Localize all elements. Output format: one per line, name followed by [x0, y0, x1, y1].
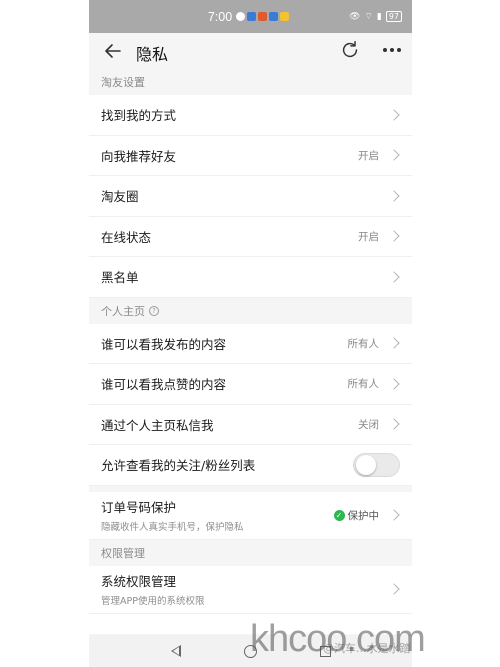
protection-status-text: 保护中: [347, 509, 380, 522]
chat-notification-icon: [236, 12, 246, 21]
wifi-icon: ⌔: [364, 12, 373, 22]
check-circle-icon: ✓: [333, 509, 345, 521]
chevron-right-icon: [388, 418, 400, 430]
app-notification-icon: [269, 12, 279, 21]
signal-icon: ▮: [376, 11, 382, 22]
row-label: 在线状态: [101, 229, 152, 245]
chevron-right-icon: [388, 509, 400, 521]
row-label: 通过个人主页私信我: [101, 417, 214, 433]
toggle-knob: [356, 454, 376, 475]
phone-screen: 7:00 👁 ⌔ ▮ 97 隐私 淘友设置 找到我的方式 向我推荐好友 开启 淘…: [89, 0, 412, 667]
row-who-see-posts[interactable]: 谁可以看我发布的内容 所有人: [89, 323, 412, 364]
row-label: 订单号码保护: [101, 500, 177, 515]
row-taoyou-circle[interactable]: 淘友圈: [89, 176, 412, 217]
section-title: 个人主页: [101, 304, 145, 318]
row-value: 所有人: [347, 337, 380, 350]
chevron-right-icon: [388, 149, 400, 161]
chevron-right-icon: [388, 271, 400, 283]
row-subtitle: 管理APP使用的系统权限: [101, 596, 205, 607]
protection-status: ✓ 保护中: [333, 508, 380, 523]
row-system-permission[interactable]: 系统权限管理 管理APP使用的系统权限: [89, 565, 412, 614]
row-label: 黑名单: [101, 270, 139, 286]
app-bar: 隐私: [89, 33, 412, 69]
status-bar: 7:00 👁 ⌔ ▮ 97: [89, 0, 412, 33]
row-label: 系统权限管理: [101, 574, 177, 589]
row-label: 淘友圈: [101, 189, 139, 205]
chevron-right-icon: [388, 583, 400, 595]
row-recommend-friends[interactable]: 向我推荐好友 开启: [89, 135, 412, 176]
status-right: 👁 ⌔ ▮ 97: [349, 11, 402, 22]
section-header-homepage: 个人主页 ?: [89, 297, 412, 324]
row-blacklist[interactable]: 黑名单: [89, 257, 412, 298]
row-label: 允许查看我的关注/粉丝列表: [101, 458, 256, 474]
chevron-right-icon: [388, 230, 400, 242]
back-arrow-icon[interactable]: [101, 39, 125, 63]
page-title: 隐私: [136, 45, 169, 64]
follow-list-toggle[interactable]: [353, 452, 400, 477]
row-label: 找到我的方式: [101, 108, 177, 124]
status-time: 7:00: [207, 9, 233, 24]
row-value: 开启: [358, 230, 379, 243]
row-label: 谁可以看我点赞的内容: [101, 377, 227, 393]
refresh-icon[interactable]: [339, 39, 361, 61]
battery-icon: 97: [385, 11, 402, 22]
help-icon[interactable]: ?: [149, 305, 159, 316]
row-label: 向我推荐好友: [101, 148, 177, 164]
eye-icon: 👁: [348, 11, 361, 22]
row-homepage-message[interactable]: 通过个人主页私信我 关闭: [89, 404, 412, 445]
chevron-right-icon: [388, 378, 400, 390]
row-value: 所有人: [347, 378, 380, 391]
row-value: 关闭: [358, 418, 379, 431]
notification-icons: [236, 12, 290, 21]
app-notification-icon: [247, 12, 257, 21]
chevron-right-icon: [388, 337, 400, 349]
row-follow-list-visibility: 允许查看我的关注/粉丝列表: [89, 445, 412, 486]
row-find-me[interactable]: 找到我的方式: [89, 95, 412, 136]
row-online-status[interactable]: 在线状态 开启: [89, 216, 412, 257]
more-options-icon[interactable]: [379, 39, 405, 61]
section-header-taoyou: 淘友设置: [89, 69, 412, 95]
row-order-protection[interactable]: 订单号码保护 隐藏收件人真实手机号，保护隐私 ✓ 保护中: [89, 491, 412, 540]
row-value: 开启: [358, 149, 379, 162]
row-label: 谁可以看我发布的内容: [101, 336, 227, 352]
chevron-right-icon: [388, 190, 400, 202]
app-notification-icon: [280, 12, 290, 21]
watermark-caption: @汽车...水是水踏: [323, 642, 411, 655]
chevron-right-icon: [388, 109, 400, 121]
row-subtitle: 隐藏收件人真实手机号，保护隐私: [101, 522, 244, 533]
nav-back-icon[interactable]: [170, 645, 181, 657]
app-notification-icon: [258, 12, 268, 21]
section-header-permission: 权限管理: [89, 539, 412, 566]
row-who-see-likes[interactable]: 谁可以看我点赞的内容 所有人: [89, 364, 412, 405]
